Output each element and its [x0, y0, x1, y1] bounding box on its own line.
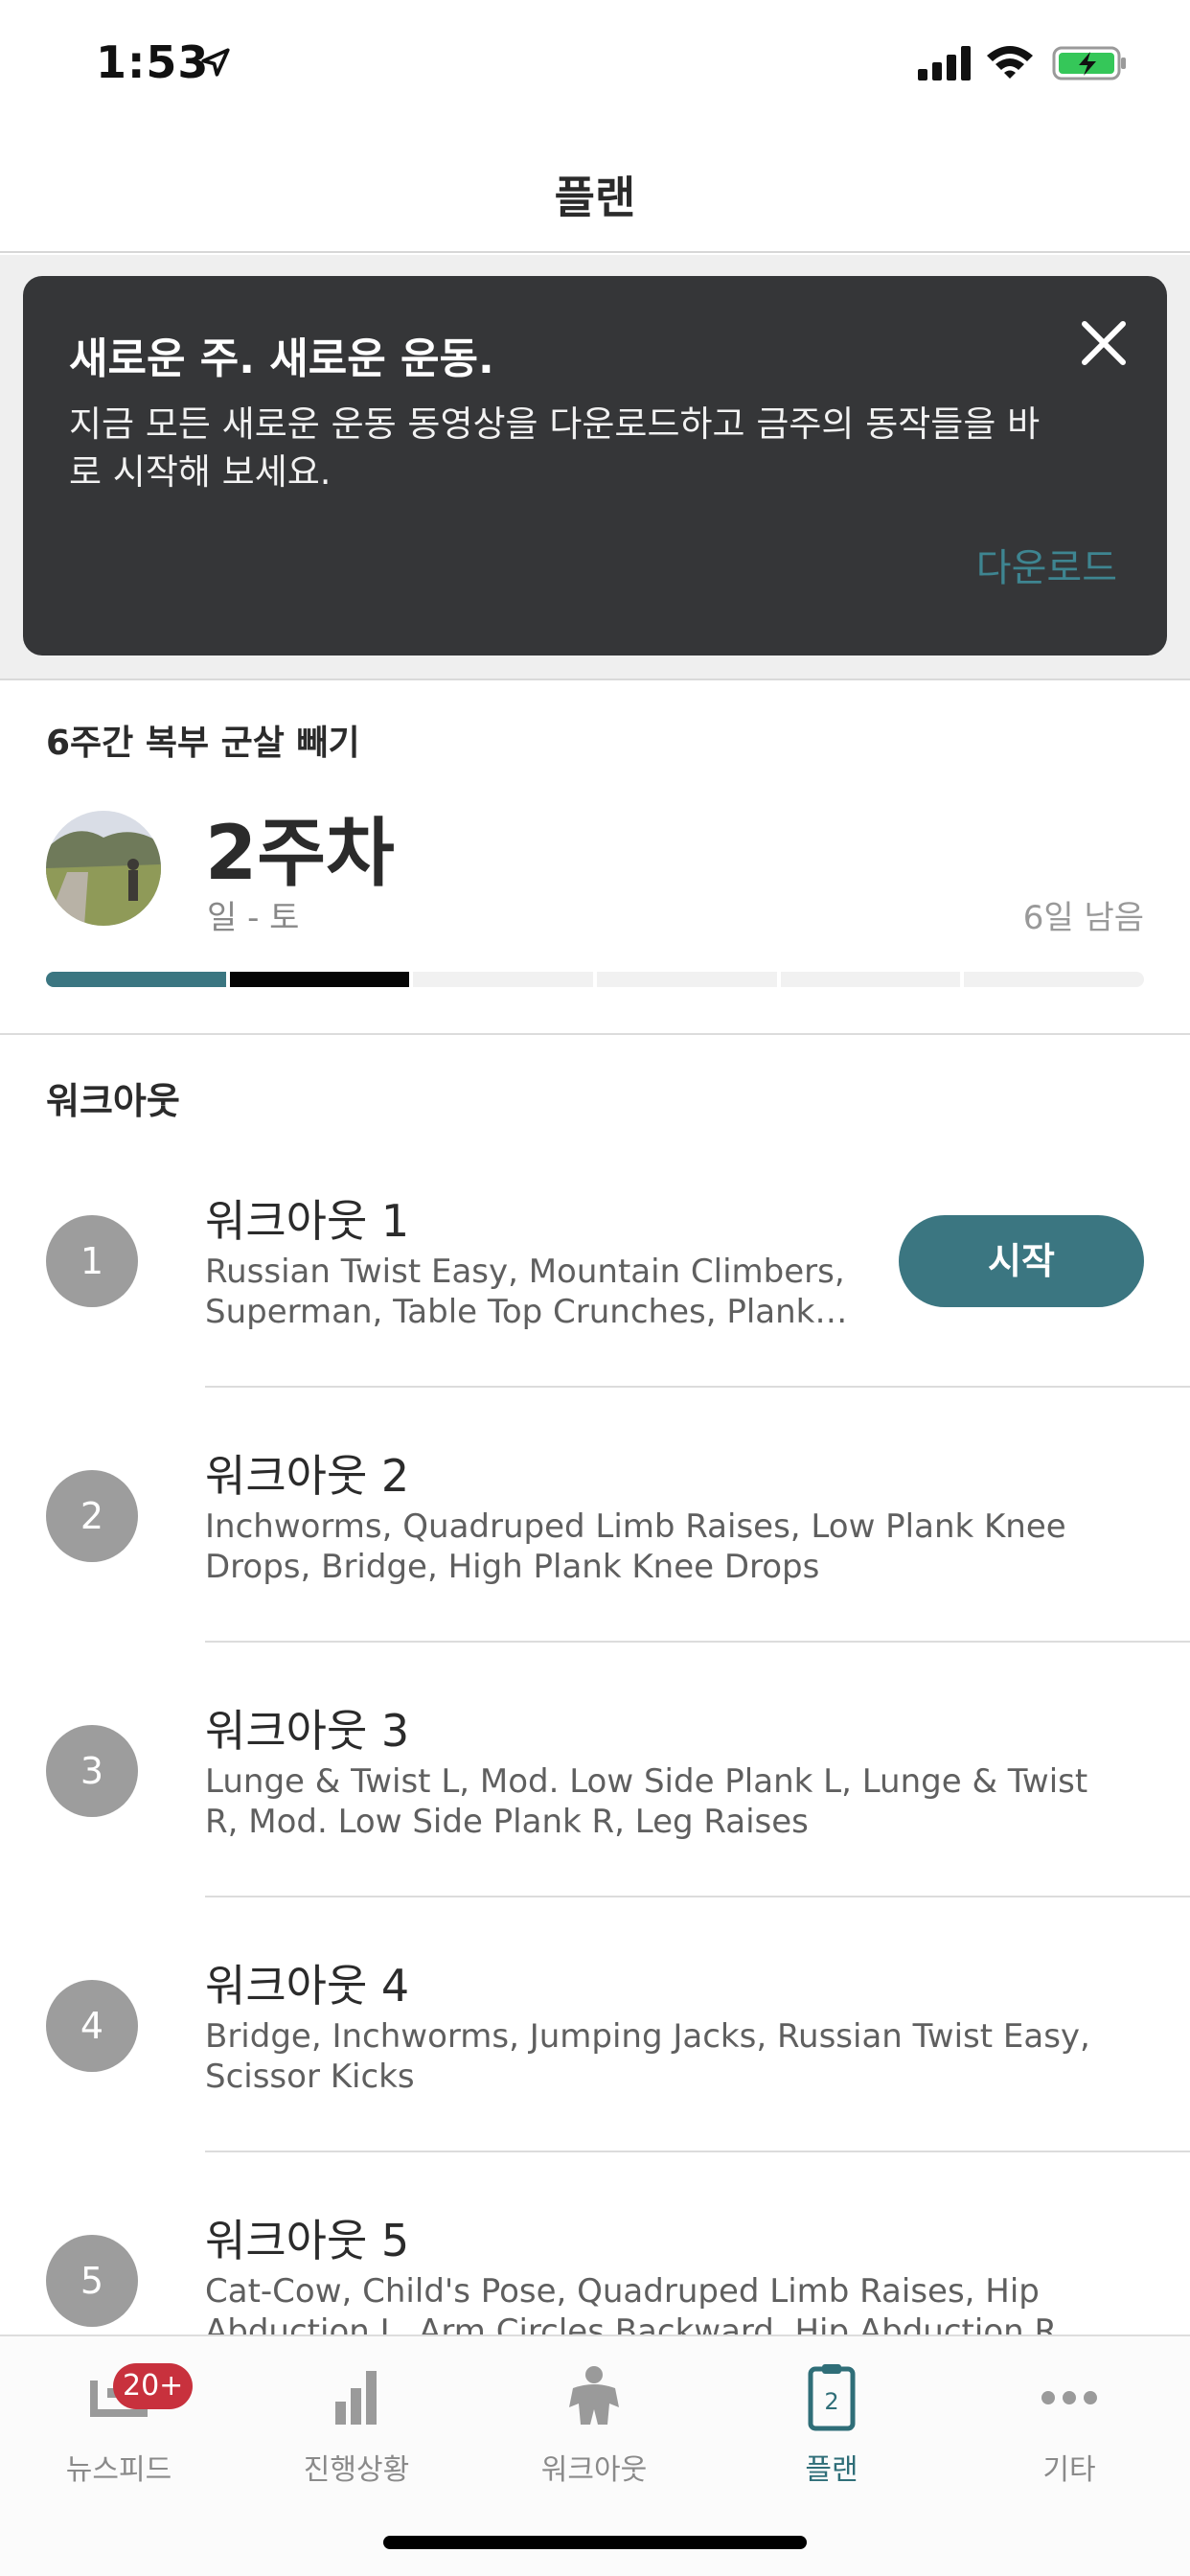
workout-name: 워크아웃 2: [205, 1450, 410, 1502]
clipboard-icon-number: 2: [824, 2388, 838, 2415]
workout-exercises: Bridge, Inchworms, Jumping Jacks, Russia…: [205, 2017, 1090, 2096]
row-divider: [205, 2150, 1190, 2152]
row-divider: [205, 1386, 1190, 1388]
tab-label: 플랜: [805, 2453, 858, 2487]
status-bar: 1:53: [0, 0, 1190, 126]
status-time: 1:53: [96, 36, 210, 88]
progress-segment-week-5: [780, 972, 961, 987]
tab-more[interactable]: 기타: [950, 2359, 1188, 2503]
row-divider: [205, 1641, 1190, 1643]
workout-number: 4: [46, 1980, 138, 2072]
nav-header: 플랜: [0, 126, 1190, 253]
new-week-banner: 새로운 주. 새로운 운동. 지금 모든 새로운 운동 동영상을 다운로드하고 …: [23, 276, 1167, 656]
page-title: 플랜: [554, 172, 636, 223]
week-title: 2주차: [205, 811, 395, 897]
workout-name: 워크아웃 5: [205, 2215, 410, 2266]
workout-number: 2: [46, 1470, 138, 1562]
progress-segment-week-6: [964, 972, 1145, 987]
workout-exercises: Lunge & Twist L, Mod. Low Side Plank L, …: [205, 1762, 1088, 1841]
person-icon: [569, 2366, 619, 2425]
banner-body: 지금 모든 새로운 운동 동영상을 다운로드하고 금주의 동작들을 바로 시작해…: [69, 403, 1041, 493]
workout-name: 워크아웃 1: [205, 1195, 410, 1247]
tab-label: 뉴스피드: [65, 2453, 172, 2487]
wifi-icon: [987, 46, 1033, 79]
workout-number: 1: [46, 1215, 138, 1307]
tab-label: 워크아웃: [540, 2453, 648, 2487]
progress-segment-week-3: [413, 972, 594, 987]
notification-badge: 20+: [113, 2363, 194, 2409]
workout-exercises: Russian Twist Easy, Mountain Climbers, S…: [205, 1253, 848, 1331]
workout-name: 워크아웃 3: [205, 1705, 410, 1757]
progress-segment-week-4: [597, 972, 777, 987]
location-arrow-icon: [201, 48, 230, 77]
week-range: 일 - 토: [207, 899, 300, 937]
program-thumbnail: [46, 811, 161, 926]
tab-newsfeed[interactable]: 20+ 뉴스피드: [0, 2359, 238, 2503]
row-divider: [205, 1896, 1190, 1898]
tab-workout[interactable]: 워크아웃: [475, 2359, 713, 2503]
tab-label: 기타: [1042, 2453, 1096, 2487]
start-workout-button[interactable]: 시작: [899, 1215, 1144, 1307]
home-indicator: [383, 2536, 807, 2549]
download-button[interactable]: 다운로드: [976, 537, 1117, 592]
cellular-signal-icon: [918, 46, 971, 80]
workout-row-4[interactable]: 4 워크아웃 4 Bridge, Inchworms, Jumping Jack…: [0, 1926, 1190, 2181]
progress-segment-week-1: [46, 972, 226, 987]
tab-label: 진행상황: [303, 2453, 410, 2487]
workout-row-2[interactable]: 2 워크아웃 2 Inchworms, Quadruped Limb Raise…: [0, 1416, 1190, 1671]
days-remaining: 6일 남음: [1022, 899, 1144, 937]
bar-chart-icon: [335, 2371, 377, 2425]
program-title: 6주간 복부 군살 빼기: [46, 724, 360, 763]
banner-title: 새로운 주. 새로운 운동.: [69, 334, 494, 383]
clipboard-icon: 2: [808, 2364, 856, 2431]
workout-number: 3: [46, 1725, 138, 1817]
progress-segment-week-2: [229, 972, 410, 987]
week-progress-bar: [46, 972, 1145, 987]
workout-row-3[interactable]: 3 워크아웃 3 Lunge & Twist L, Mod. Low Side …: [0, 1671, 1190, 1926]
section-divider: [0, 1033, 1190, 1035]
workout-exercises: Inchworms, Quadruped Limb Raises, Low Pl…: [205, 1507, 1066, 1586]
tab-plan[interactable]: 2 플랜: [713, 2359, 950, 2503]
close-icon[interactable]: [1077, 316, 1131, 370]
battery-charging-icon: [1052, 46, 1126, 80]
workouts-section-title: 워크아웃: [46, 1080, 180, 1122]
workout-number: 5: [46, 2235, 138, 2327]
workout-name: 워크아웃 4: [205, 1960, 410, 2012]
more-dots-icon: [1041, 2391, 1097, 2404]
tab-progress[interactable]: 진행상황: [238, 2359, 475, 2503]
